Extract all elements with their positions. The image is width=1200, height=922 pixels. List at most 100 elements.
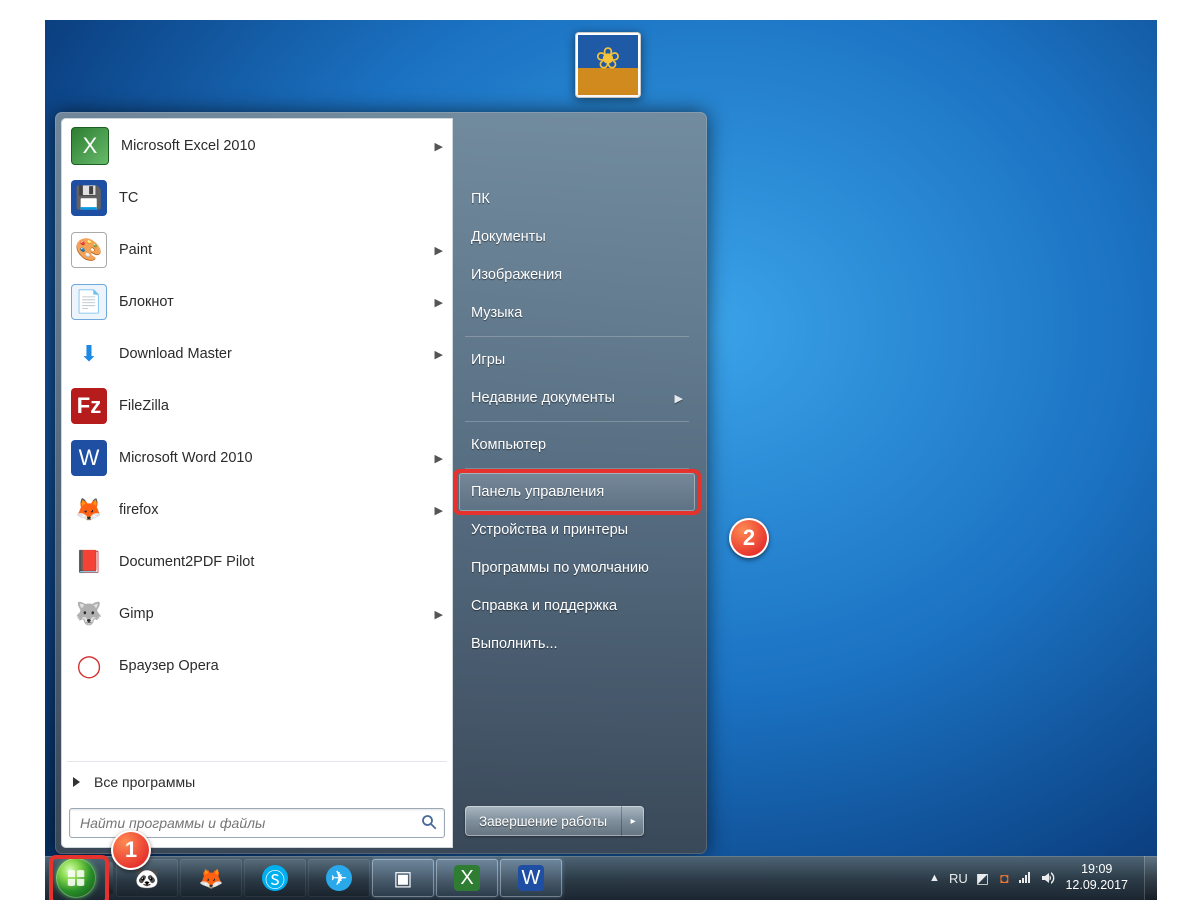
taskbar-item-console[interactable]: ▣ — [372, 859, 434, 897]
app-label: Microsoft Word 2010 — [119, 450, 253, 466]
show-desktop-button[interactable] — [1144, 856, 1157, 900]
flyout-arrow-icon: ▶ — [435, 296, 443, 309]
separator — [67, 761, 447, 762]
taskbar-item-panda[interactable]: 🐼 — [116, 859, 178, 897]
right-item-label: Документы — [471, 229, 546, 245]
right-item[interactable]: Документы — [459, 218, 695, 256]
right-item[interactable]: Выполнить... — [459, 625, 695, 663]
clock-date: 12.09.2017 — [1065, 878, 1128, 894]
app-item[interactable]: 💾 TC — [63, 172, 451, 224]
app-label: Браузер Opera — [119, 658, 219, 674]
flyout-arrow-icon: ▶ — [435, 140, 443, 153]
opera-icon: ◯ — [71, 648, 107, 684]
search-input[interactable] — [78, 809, 414, 837]
tray-app-icon[interactable]: ◩ — [971, 856, 993, 900]
right-item[interactable]: Недавние документы ▶ — [459, 379, 695, 417]
shutdown-options-arrow-icon[interactable]: ▸ — [622, 816, 644, 827]
app-label: Gimp — [119, 606, 154, 622]
right-item[interactable]: ПК — [459, 180, 695, 218]
user-avatar[interactable] — [578, 35, 638, 95]
right-item-control-panel[interactable]: Панель управления — [459, 473, 695, 511]
language-indicator[interactable]: RU — [945, 856, 971, 900]
app-item[interactable]: 🐺 Gimp ▶ — [63, 588, 451, 640]
excel-icon: X — [71, 127, 109, 165]
gimp-icon: 🐺 — [71, 596, 107, 632]
taskbar-clock[interactable]: 19:09 12.09.2017 — [1059, 862, 1138, 893]
right-item[interactable]: Музыка — [459, 294, 695, 332]
right-item-label: Компьютер — [471, 437, 546, 453]
separator — [465, 421, 689, 422]
start-menu-left-pane: XMicrosoft Excel 2010▶💾TC🎨Paint▶📄Блокнот… — [61, 118, 453, 848]
right-item-label: Изображения — [471, 267, 562, 283]
app-item[interactable]: 📕 Document2PDF Pilot — [63, 536, 451, 588]
excel-icon: X — [454, 865, 480, 891]
word-icon: W — [71, 440, 107, 476]
search-row — [61, 800, 453, 848]
separator — [465, 468, 689, 469]
right-item-label: Выполнить... — [471, 636, 558, 652]
app-label: Download Master — [119, 346, 232, 362]
volume-icon[interactable] — [1037, 856, 1059, 900]
right-item[interactable]: Изображения — [459, 256, 695, 294]
taskbar: 🐼 🦊 Ⓢ✈ ▣ X W ▲ RU ◩ ◘ 19:09 12.09.2017 — [45, 856, 1157, 900]
filezilla-icon: Fz — [71, 388, 107, 424]
app-label: firefox — [119, 502, 159, 518]
taskbar-item-word[interactable]: W — [500, 859, 562, 897]
app-item[interactable]: 🎨Paint▶ — [63, 224, 451, 276]
pinned-apps-list: XMicrosoft Excel 2010▶💾TC🎨Paint▶📄Блокнот… — [61, 118, 453, 759]
console-icon: ▣ — [388, 863, 418, 893]
panda-icon: 🐼 — [132, 863, 162, 893]
tray-overflow-icon[interactable]: ▲ — [923, 856, 945, 900]
flyout-arrow-icon: ▶ — [435, 452, 443, 465]
right-item-label: Недавние документы — [471, 390, 615, 406]
firefox-icon: 🦊 — [196, 863, 226, 893]
right-item[interactable]: Программы по умолчанию — [459, 549, 695, 587]
start-menu: XMicrosoft Excel 2010▶💾TC🎨Paint▶📄Блокнот… — [55, 112, 707, 854]
app-item[interactable]: Fz FileZilla — [63, 380, 451, 432]
right-item-label: Панель управления — [471, 484, 604, 500]
save-icon: 💾 — [71, 180, 107, 216]
paint-icon: 🎨 — [71, 232, 107, 268]
network-icon[interactable] — [1015, 856, 1037, 900]
taskbar-separator — [109, 862, 113, 894]
tray-app-icon[interactable]: ◘ — [993, 856, 1015, 900]
right-item-label: Программы по умолчанию — [471, 560, 649, 576]
all-programs-label: Все программы — [94, 774, 195, 790]
right-item[interactable]: Компьютер — [459, 426, 695, 464]
flyout-arrow-icon: ▶ — [675, 392, 683, 405]
app-label: TC — [119, 190, 138, 206]
desktop: XMicrosoft Excel 2010▶💾TC🎨Paint▶📄Блокнот… — [45, 20, 1157, 900]
start-button[interactable] — [56, 858, 96, 898]
app-label: Paint — [119, 242, 152, 258]
notepad-icon: 📄 — [71, 284, 107, 320]
word-icon: W — [518, 865, 544, 891]
app-item[interactable]: W Microsoft Word 2010 ▶ — [63, 432, 451, 484]
taskbar-item-telegram[interactable]: ✈ — [308, 859, 370, 897]
taskbar-item-skype[interactable]: Ⓢ — [244, 859, 306, 897]
right-item[interactable]: Игры — [459, 341, 695, 379]
app-label: Document2PDF Pilot — [119, 554, 254, 570]
taskbar-item-firefox[interactable]: 🦊 — [180, 859, 242, 897]
shutdown-button[interactable]: Завершение работы ▸ — [465, 806, 644, 836]
expand-triangle-icon — [73, 777, 80, 787]
separator — [465, 336, 689, 337]
flyout-arrow-icon: ▶ — [435, 348, 443, 361]
app-item[interactable]: X Microsoft Excel 2010 ▶ — [63, 120, 451, 172]
all-programs[interactable]: Все программы — [61, 764, 453, 800]
pdf-icon: 📕 — [71, 544, 107, 580]
app-label: Microsoft Excel 2010 — [121, 138, 256, 154]
app-item[interactable]: ◯ Браузер Opera — [63, 640, 451, 692]
right-item-label: Устройства и принтеры — [471, 522, 628, 538]
app-item[interactable]: ⬇Download Master▶ — [63, 328, 451, 380]
flyout-arrow-icon: ▶ — [435, 608, 443, 621]
app-item[interactable]: 📄Блокнот▶ — [63, 276, 451, 328]
app-label: FileZilla — [119, 398, 169, 414]
search-box[interactable] — [69, 808, 445, 838]
search-icon — [420, 813, 438, 831]
app-item[interactable]: 🦊firefox▶ — [63, 484, 451, 536]
taskbar-item-excel[interactable]: X — [436, 859, 498, 897]
right-item[interactable]: Справка и поддержка — [459, 587, 695, 625]
firefox-icon: 🦊 — [71, 492, 107, 528]
user-avatar-frame — [575, 32, 641, 98]
right-item[interactable]: Устройства и принтеры — [459, 511, 695, 549]
